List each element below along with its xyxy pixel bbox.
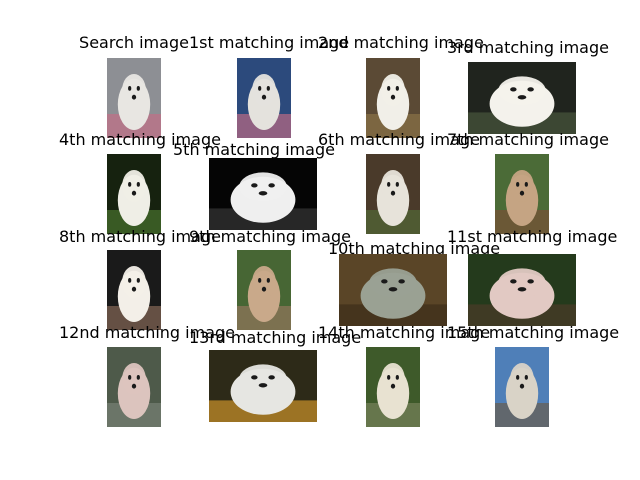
cell-title: 9th matching image: [189, 227, 351, 246]
dog-white-poodle-icon: [468, 62, 576, 134]
dog-afghan-icon: [237, 250, 291, 330]
dog-gray-fluffy-icon: [237, 58, 291, 138]
elephant-wood-icon: [339, 254, 447, 326]
dog-gray-fluffy-icon: [107, 58, 161, 138]
monkey-black-white-icon: [209, 158, 317, 230]
dog-crested-icon: [468, 254, 576, 326]
cell-title: Search image: [79, 33, 189, 52]
dogs-in-forest-icon: [366, 154, 420, 234]
cell-title: 11st matching image: [447, 227, 618, 246]
cell-title: 13rd matching image: [189, 328, 362, 347]
dog-bulldog-icon: [107, 347, 161, 427]
dog-white-curly-icon: [107, 250, 161, 330]
cell-title: 5th matching image: [173, 140, 335, 159]
cell-title: 1st matching image: [189, 33, 350, 52]
dog-bearded-collie-icon: [495, 347, 549, 427]
dog-long-hair-icon: [495, 154, 549, 234]
cell-title: 15th matching image: [447, 323, 620, 342]
cell-title: 3rd matching image: [447, 38, 609, 57]
cell-title: 8th matching image: [59, 227, 221, 246]
cell-title: 6th matching image: [318, 130, 480, 149]
dog-pair-on-grass-icon: [107, 154, 161, 234]
cell-title: 7th matching image: [447, 130, 609, 149]
cell-title: 12nd matching image: [59, 323, 236, 342]
dog-crested-flowers-icon: [209, 350, 317, 422]
dog-terrier-icon: [366, 347, 420, 427]
dog-white-on-straw-icon: [366, 58, 420, 138]
cell-title: 14th matching image: [318, 323, 491, 342]
cell-title: 2nd matching image: [318, 33, 484, 52]
